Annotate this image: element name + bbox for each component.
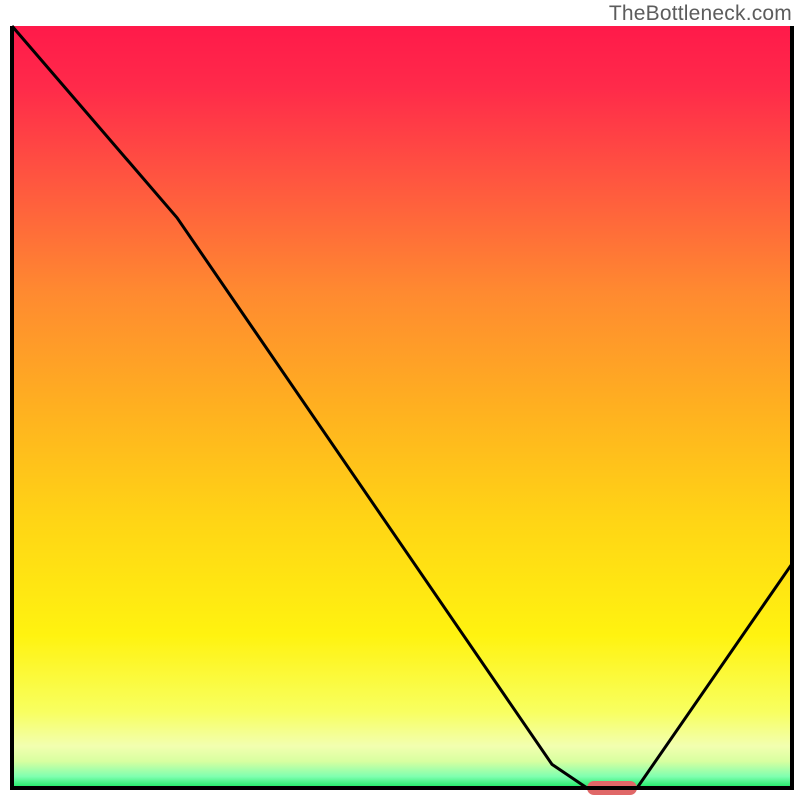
watermark-text: TheBottleneck.com [609, 2, 792, 26]
gradient-background [12, 26, 792, 788]
chart-container: TheBottleneck.com [0, 0, 800, 800]
bottleneck-chart [0, 0, 800, 800]
